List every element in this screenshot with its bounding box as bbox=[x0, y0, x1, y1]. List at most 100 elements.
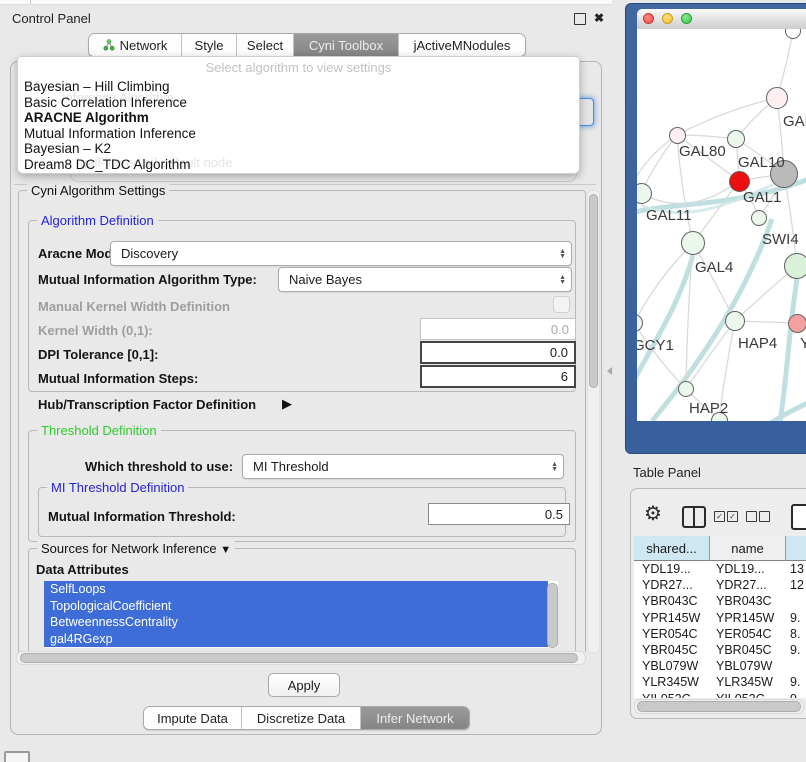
table-cell: YPR145W bbox=[710, 610, 786, 626]
tab-select[interactable]: Select bbox=[237, 34, 294, 56]
mi-threshold-field[interactable]: 0.5 bbox=[428, 503, 570, 525]
combo-stepper-icon: ▲▼ bbox=[559, 242, 566, 265]
list-item[interactable]: gal4RGexp bbox=[44, 631, 548, 648]
list-vertical-scrollbar[interactable] bbox=[547, 583, 558, 648]
combo-stepper-icon: ▲▼ bbox=[551, 455, 558, 478]
column-header-name[interactable]: name bbox=[710, 536, 786, 561]
dpi-tolerance-value: 0.0 bbox=[550, 345, 568, 360]
table-row[interactable]: YER054CYER054C8. bbox=[634, 626, 806, 642]
column-header-partial[interactable] bbox=[786, 536, 806, 561]
dropdown-item[interactable]: Bayesian – K2 bbox=[18, 141, 579, 157]
aracne-mode-select[interactable]: Discovery ▲▼ bbox=[110, 241, 572, 266]
column-layout-icon[interactable] bbox=[682, 506, 706, 528]
minimize-traffic-light-icon[interactable] bbox=[662, 13, 673, 24]
dropdown-item[interactable]: Dream8 DC_TDC Algorithm bbox=[18, 157, 579, 173]
table-row[interactable]: YLR345WYLR345W9. bbox=[634, 674, 806, 690]
manual-kernel-label: Manual Kernel Width Definition bbox=[38, 299, 230, 314]
network-node[interactable] bbox=[681, 231, 705, 255]
network-node-label: GAL10 bbox=[738, 154, 785, 171]
tab-discretize-data[interactable]: Discretize Data bbox=[242, 707, 361, 729]
mi-steps-value: 6 bbox=[561, 369, 568, 384]
network-node-label: GAL bbox=[783, 113, 806, 130]
network-node[interactable] bbox=[678, 381, 694, 397]
select-all-icon[interactable]: ✓✓ bbox=[714, 511, 738, 522]
apply-button[interactable]: Apply bbox=[268, 673, 340, 697]
minimized-panel-icon[interactable] bbox=[4, 751, 30, 762]
list-item[interactable]: BetweennessCentrality bbox=[44, 614, 548, 631]
splitter-collapse-icon[interactable] bbox=[607, 367, 612, 375]
tab-style[interactable]: Style bbox=[182, 34, 237, 56]
settings-horizontal-scrollbar-thumb[interactable] bbox=[20, 653, 578, 663]
network-node[interactable] bbox=[637, 183, 652, 204]
table-row[interactable]: YIL052CYIL052C9. bbox=[634, 691, 806, 699]
threshold-definition-title: Threshold Definition bbox=[37, 423, 161, 438]
tab-impute-data[interactable]: Impute Data bbox=[144, 707, 242, 729]
table-row[interactable]: YDR27...YDR27...12 bbox=[634, 577, 806, 593]
algorithm-definition-title: Algorithm Definition bbox=[37, 213, 158, 228]
table-cell: YIL052C bbox=[710, 691, 786, 699]
table-horizontal-scrollbar-thumb[interactable] bbox=[637, 701, 801, 712]
mi-steps-field[interactable]: 6 bbox=[420, 365, 576, 388]
control-panel-title: Control Panel bbox=[12, 11, 91, 26]
table-row[interactable]: YPR145WYPR145W9. bbox=[634, 610, 806, 626]
table-row[interactable]: YBL079WYBL079W bbox=[634, 658, 806, 674]
dropdown-item[interactable]: Mutual Information Inference bbox=[18, 126, 579, 142]
table-horizontal-scrollbar-track[interactable] bbox=[634, 699, 804, 714]
mi-type-select[interactable]: Naive Bayes ▲▼ bbox=[278, 267, 572, 292]
kernel-width-field[interactable]: 0.0 bbox=[420, 318, 576, 340]
dpi-tolerance-label: DPI Tolerance [0,1]: bbox=[38, 347, 158, 362]
close-traffic-light-icon[interactable] bbox=[643, 13, 654, 24]
table-cell: YLR345W bbox=[710, 674, 786, 690]
deselect-all-icon[interactable] bbox=[746, 511, 770, 522]
network-node[interactable] bbox=[725, 311, 745, 331]
column-header-shared-name[interactable]: shared... bbox=[634, 536, 710, 561]
table-cell: 9. bbox=[786, 610, 806, 626]
dropdown-item-selected[interactable]: ARACNE Algorithm bbox=[18, 110, 579, 126]
network-node[interactable] bbox=[751, 210, 767, 226]
table-row[interactable]: YBR043CYBR043C bbox=[634, 593, 806, 609]
list-item[interactable]: TopologicalCoefficient bbox=[44, 598, 548, 615]
dpi-tolerance-field[interactable]: 0.0 bbox=[420, 341, 576, 364]
table-row[interactable]: YDL19...YDL19...13 bbox=[634, 561, 806, 577]
mi-type-value: Naive Bayes bbox=[289, 272, 362, 287]
table-cell: 9. bbox=[786, 642, 806, 658]
kernel-width-label: Kernel Width (0,1): bbox=[38, 323, 153, 338]
table-cell: YIL052C bbox=[634, 691, 710, 699]
network-node[interactable] bbox=[788, 314, 806, 333]
network-node-label: Y bbox=[800, 335, 806, 352]
settings-horizontal-scrollbar-track[interactable] bbox=[16, 651, 586, 665]
close-icon[interactable]: ✖ bbox=[594, 12, 604, 24]
zoom-traffic-light-icon[interactable] bbox=[681, 13, 692, 24]
dropdown-item[interactable]: Basic Correlation Inference bbox=[18, 95, 579, 111]
tab-jactivemnodules-label: jActiveMNodules bbox=[414, 38, 511, 53]
network-node[interactable] bbox=[766, 87, 788, 109]
settings-gear-icon[interactable]: ⚙ bbox=[644, 503, 662, 525]
dropdown-item[interactable]: Bayesian – Hill Climbing bbox=[18, 79, 579, 95]
tab-network[interactable]: Network bbox=[89, 34, 182, 56]
tab-jactivemnodules[interactable]: jActiveMNodules bbox=[399, 34, 525, 56]
network-node[interactable] bbox=[669, 127, 686, 144]
manual-kernel-checkbox[interactable] bbox=[553, 296, 570, 313]
network-node[interactable] bbox=[784, 253, 806, 279]
mi-threshold-value: 0.5 bbox=[545, 507, 563, 522]
new-table-icon[interactable] bbox=[791, 504, 806, 530]
tab-infer-network[interactable]: Infer Network bbox=[361, 707, 469, 729]
sources-collapse-arrow-icon[interactable]: ▼ bbox=[220, 544, 231, 556]
list-item[interactable]: SelfLoops bbox=[44, 581, 548, 598]
settings-vertical-scrollbar-track[interactable] bbox=[587, 190, 600, 653]
table-cell: YBL079W bbox=[634, 658, 710, 674]
tab-cyni-toolbox[interactable]: Cyni Toolbox bbox=[294, 34, 399, 56]
network-node-label: GCY1 bbox=[637, 337, 674, 354]
which-threshold-select[interactable]: MI Threshold ▲▼ bbox=[242, 454, 564, 479]
table-cell: YLR345W bbox=[634, 674, 710, 690]
hub-expand-arrow-icon[interactable]: ▶ bbox=[282, 396, 292, 412]
table-row[interactable]: YBR045CYBR045C9. bbox=[634, 642, 806, 658]
network-node[interactable] bbox=[727, 130, 745, 148]
table-cell: YER054C bbox=[710, 626, 786, 642]
settings-vertical-scrollbar-thumb[interactable] bbox=[589, 194, 598, 388]
network-canvas[interactable]: GALGAL80GAL10GAL1GAL11SWI4GAL4GCY1HAP4YH… bbox=[637, 29, 806, 421]
table-panel-title: Table Panel bbox=[633, 465, 701, 480]
network-window-titlebar[interactable] bbox=[637, 9, 806, 30]
float-window-icon[interactable] bbox=[574, 13, 586, 25]
table-cell: YDL19... bbox=[710, 561, 786, 577]
